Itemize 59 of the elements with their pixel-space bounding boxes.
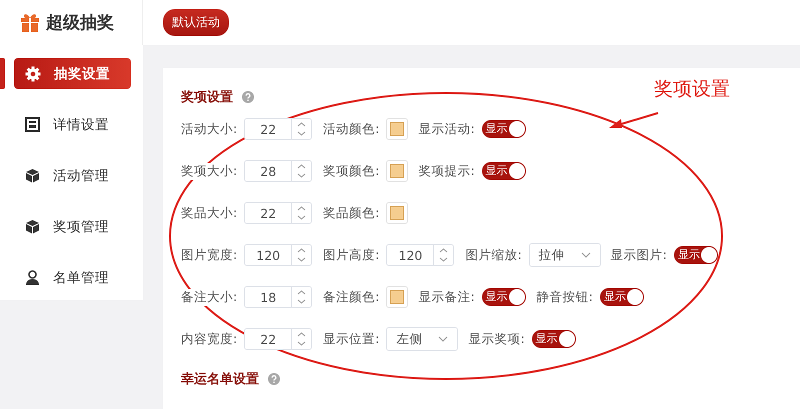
document-icon xyxy=(25,117,40,132)
annotation-label: 奖项设置 xyxy=(654,77,730,102)
number-input[interactable]: 28 xyxy=(244,160,312,182)
chevron-down-icon xyxy=(438,336,448,342)
sidebar-item[interactable]: 名单管理 xyxy=(14,262,131,293)
field-label: 奖项颜色: xyxy=(323,162,380,180)
number-input[interactable]: 120 xyxy=(244,244,312,266)
color-picker[interactable] xyxy=(386,202,408,224)
field-label: 显示活动: xyxy=(418,120,475,138)
field-label: 显示图片: xyxy=(610,246,667,264)
toggle-switch[interactable]: 显示 xyxy=(600,288,644,306)
number-input[interactable]: 18 xyxy=(244,286,312,308)
gear-icon xyxy=(25,66,41,82)
field-label: 活动大小: xyxy=(181,120,238,138)
sidebar-item[interactable]: 抽奖设置 xyxy=(14,58,131,89)
field-label: 奖品颜色: xyxy=(323,204,380,222)
app-title: 超级抽奖 xyxy=(46,12,114,34)
toggle-switch[interactable]: 显示 xyxy=(532,330,576,348)
help-icon xyxy=(268,373,280,385)
number-input[interactable]: 22 xyxy=(244,202,312,224)
toggle-switch[interactable]: 显示 xyxy=(482,288,526,306)
field-label: 静音按钮: xyxy=(536,288,593,306)
field-label: 活动颜色: xyxy=(323,120,380,138)
gift-icon xyxy=(20,13,40,32)
field-label: 奖品大小: xyxy=(181,204,238,222)
box-icon xyxy=(25,219,40,234)
sidebar-item[interactable]: 奖项管理 xyxy=(14,211,131,242)
select-field[interactable]: 拉伸 xyxy=(528,243,601,267)
field-label: 奖项提示: xyxy=(418,162,475,180)
number-input[interactable]: 22 xyxy=(244,328,312,350)
toggle-switch[interactable]: 显示 xyxy=(482,162,526,180)
box-icon xyxy=(25,168,40,183)
annotation-arrow xyxy=(609,112,658,128)
field-label: 奖项大小: xyxy=(181,162,238,180)
chevron-down-icon xyxy=(580,252,591,258)
number-input[interactable]: 120 xyxy=(386,244,454,266)
help-icon xyxy=(242,91,254,103)
field-label: 图片高度: xyxy=(323,246,380,264)
sidebar-item[interactable]: 详情设置 xyxy=(14,109,131,140)
color-picker[interactable] xyxy=(386,118,408,140)
field-label: 显示位置: xyxy=(323,330,380,348)
color-picker[interactable] xyxy=(386,160,408,182)
section-title: 幸运名单设置 xyxy=(181,370,259,388)
section-title: 奖项设置 xyxy=(181,88,233,106)
toggle-switch[interactable]: 显示 xyxy=(482,120,526,138)
activity-button[interactable]: 默认活动 xyxy=(163,9,229,36)
select-field[interactable]: 左侧 xyxy=(386,327,458,351)
field-label: 显示备注: xyxy=(418,288,475,306)
toggle-switch[interactable]: 显示 xyxy=(674,246,718,264)
field-label: 显示奖项: xyxy=(468,330,525,348)
field-label: 图片宽度: xyxy=(181,246,238,264)
field-label: 备注大小: xyxy=(181,288,238,306)
field-label: 内容宽度: xyxy=(181,330,238,348)
color-picker[interactable] xyxy=(386,286,408,308)
sidebar-item[interactable]: 活动管理 xyxy=(14,160,131,191)
field-label: 图片缩放: xyxy=(465,246,522,264)
person-icon xyxy=(25,270,40,285)
number-input[interactable]: 22 xyxy=(244,118,312,140)
field-label: 备注颜色: xyxy=(323,288,380,306)
